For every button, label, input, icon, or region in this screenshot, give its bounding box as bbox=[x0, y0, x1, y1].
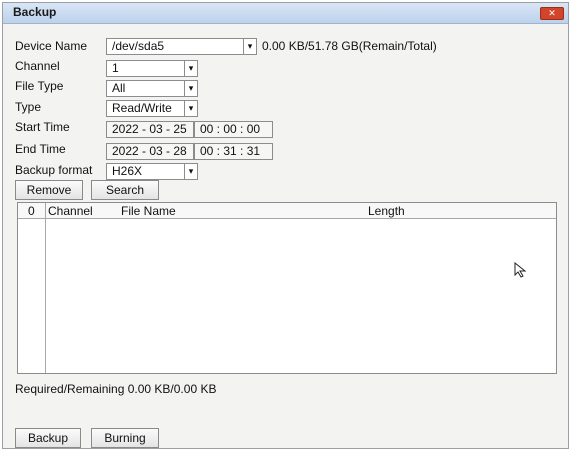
file-type-select[interactable]: All bbox=[106, 80, 185, 97]
column-header-length: Length bbox=[368, 204, 405, 218]
channel-select[interactable]: 1 bbox=[106, 60, 185, 77]
burning-button[interactable]: Burning bbox=[91, 428, 159, 448]
capacity-text: 0.00 KB/51.78 GB(Remain/Total) bbox=[262, 39, 437, 53]
column-divider bbox=[45, 203, 46, 373]
mouse-pointer-icon bbox=[514, 262, 527, 278]
backup-format-dropdown-icon[interactable]: ▾ bbox=[185, 163, 198, 180]
results-table[interactable]: 0 Channel File Name Length bbox=[17, 202, 557, 374]
column-header-index: 0 bbox=[28, 204, 35, 218]
end-date-field[interactable]: 2022 - 03 - 28 bbox=[106, 143, 194, 160]
title-bar: Backup ✕ bbox=[3, 3, 568, 24]
backup-format-label: Backup format bbox=[15, 163, 93, 177]
type-dropdown-icon[interactable]: ▾ bbox=[185, 100, 198, 117]
table-header: 0 Channel File Name Length bbox=[18, 203, 556, 219]
channel-label: Channel bbox=[15, 59, 60, 73]
end-time-label: End Time bbox=[15, 142, 66, 156]
backup-window: Backup ✕ Device Name /dev/sda5 ▾ 0.00 KB… bbox=[2, 2, 569, 449]
device-name-label: Device Name bbox=[15, 39, 88, 53]
backup-format-select[interactable]: H26X bbox=[106, 163, 185, 180]
column-header-channel: Channel bbox=[48, 204, 93, 218]
start-date-field[interactable]: 2022 - 03 - 25 bbox=[106, 121, 194, 138]
start-time-field[interactable]: 00 : 00 : 00 bbox=[194, 121, 273, 138]
required-remaining-text: Required/Remaining 0.00 KB/0.00 KB bbox=[15, 382, 217, 396]
type-label: Type bbox=[15, 100, 42, 114]
column-header-file-name: File Name bbox=[121, 204, 176, 218]
device-name-dropdown-icon[interactable]: ▾ bbox=[244, 38, 257, 55]
backup-button[interactable]: Backup bbox=[15, 428, 81, 448]
end-time-field[interactable]: 00 : 31 : 31 bbox=[194, 143, 273, 160]
start-time-label: Start Time bbox=[15, 120, 70, 134]
type-select[interactable]: Read/Write bbox=[106, 100, 185, 117]
remove-button[interactable]: Remove bbox=[15, 180, 83, 200]
search-button[interactable]: Search bbox=[91, 180, 159, 200]
window-title: Backup bbox=[13, 5, 57, 19]
file-type-dropdown-icon[interactable]: ▾ bbox=[185, 80, 198, 97]
close-icon[interactable]: ✕ bbox=[540, 7, 564, 20]
channel-dropdown-icon[interactable]: ▾ bbox=[185, 60, 198, 77]
file-type-label: File Type bbox=[15, 79, 64, 93]
device-name-select[interactable]: /dev/sda5 bbox=[106, 38, 244, 55]
